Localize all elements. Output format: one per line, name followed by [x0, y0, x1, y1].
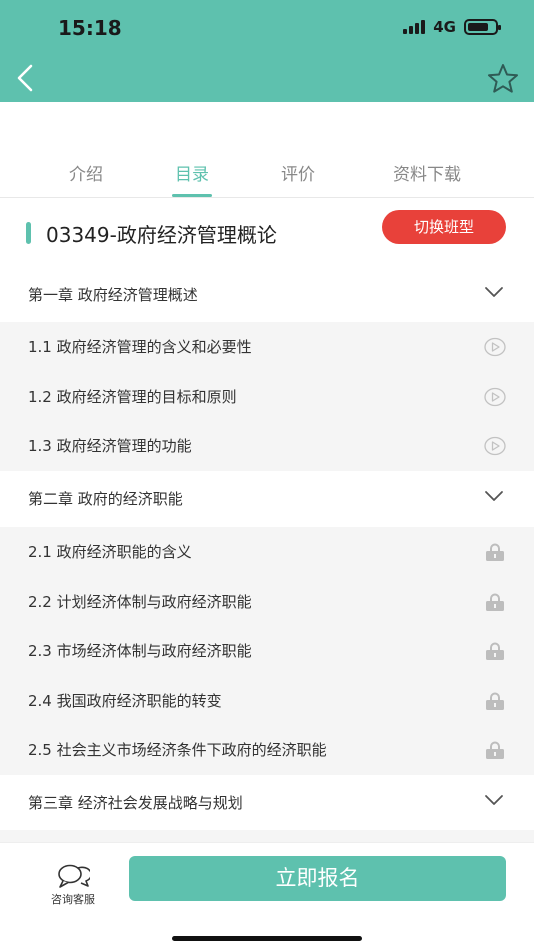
play-icon	[484, 387, 506, 406]
lesson-list: 2.1 政府经济职能的含义 2.2 计划经济体制与政府经济职能 2.3 市场经济…	[0, 527, 534, 775]
course-title: 03349-政府经济管理概论	[46, 223, 277, 247]
lesson-title: 1.2 政府经济管理的目标和原则	[28, 387, 237, 406]
chapter-header[interactable]: 第二章 政府的经济职能	[0, 472, 534, 524]
chat-bubble-icon	[58, 864, 90, 888]
battery-icon	[464, 19, 501, 35]
lesson-item[interactable]: 1.2 政府经济管理的目标和原则	[0, 372, 534, 422]
lesson-item[interactable]: 2.5 社会主义市场经济条件下政府的经济职能	[0, 725, 534, 775]
chapter-title: 第一章 政府经济管理概述	[28, 286, 198, 304]
lesson-title: 2.3 市场经济体制与政府经济职能	[28, 642, 252, 660]
tab-bar: 介绍 目录 评价 资料下载	[0, 146, 534, 198]
tab-downloads[interactable]: 资料下载	[382, 160, 472, 185]
switch-class-button[interactable]: 切换班型	[382, 210, 506, 244]
consult-label: 咨询客服	[51, 893, 95, 906]
active-tab-indicator	[172, 194, 212, 197]
status-time: 15:18	[58, 16, 122, 40]
course-title-row: 03349-政府经济管理概论 切换班型	[0, 206, 534, 260]
lock-icon	[486, 543, 504, 561]
lock-icon	[486, 642, 504, 660]
bottom-action-bar: 咨询客服 立即报名	[0, 842, 534, 950]
lesson-title: 2.4 我国政府经济职能的转变	[28, 691, 222, 710]
lesson-title: 2.2 计划经济体制与政府经济职能	[28, 592, 252, 611]
back-button[interactable]	[10, 58, 44, 98]
lesson-list: 1.1 政府经济管理的含义和必要性 1.2 政府经济管理的目标和原则 1.3 政…	[0, 322, 534, 471]
lesson-title: 1.3 政府经济管理的功能	[28, 437, 192, 455]
lesson-list	[0, 830, 534, 842]
lesson-item[interactable]: 1.1 政府经济管理的含义和必要性	[0, 322, 534, 372]
lesson-item[interactable]: 2.3 市场经济体制与政府经济职能	[0, 626, 534, 676]
lesson-title: 1.1 政府经济管理的含义和必要性	[28, 338, 252, 356]
chapter-header[interactable]: 第一章 政府经济管理概述	[0, 268, 534, 320]
tab-intro[interactable]: 介绍	[62, 160, 110, 185]
lock-icon	[486, 692, 504, 710]
tab-reviews[interactable]: 评价	[274, 160, 322, 185]
chapter-header[interactable]: 第三章 经济社会发展战略与规划	[0, 776, 534, 828]
signal-icon	[403, 20, 426, 34]
network-type: 4G	[433, 18, 456, 36]
consult-service-button[interactable]: 咨询客服	[40, 863, 106, 907]
tab-catalog[interactable]: 目录	[168, 160, 216, 185]
home-indicator	[172, 936, 362, 941]
star-icon	[488, 64, 518, 93]
play-icon	[484, 337, 506, 357]
status-indicators: 4G	[403, 18, 501, 36]
lesson-item[interactable]: 2.4 我国政府经济职能的转变	[0, 676, 534, 726]
title-accent-bar	[26, 222, 31, 244]
lock-icon	[486, 593, 504, 611]
enroll-now-button[interactable]: 立即报名	[129, 856, 506, 901]
chevron-left-icon	[17, 64, 33, 92]
chapter-title: 第三章 经济社会发展战略与规划	[28, 794, 243, 812]
play-icon	[484, 436, 506, 456]
app-header: 15:18 4G	[0, 0, 534, 102]
lesson-item[interactable]: 1.3 政府经济管理的功能	[0, 421, 534, 471]
chevron-down-icon	[485, 795, 503, 805]
chevron-down-icon	[485, 491, 503, 501]
chevron-down-icon	[485, 287, 503, 297]
lesson-title: 2.5 社会主义市场经济条件下政府的经济职能	[28, 741, 327, 759]
lesson-title: 2.1 政府经济职能的含义	[28, 543, 192, 561]
chapter-title: 第二章 政府的经济职能	[28, 490, 183, 508]
lock-icon	[486, 741, 504, 759]
favorite-button[interactable]	[486, 62, 520, 96]
lesson-item[interactable]: 2.2 计划经济体制与政府经济职能	[0, 577, 534, 627]
lesson-item[interactable]: 2.1 政府经济职能的含义	[0, 527, 534, 577]
